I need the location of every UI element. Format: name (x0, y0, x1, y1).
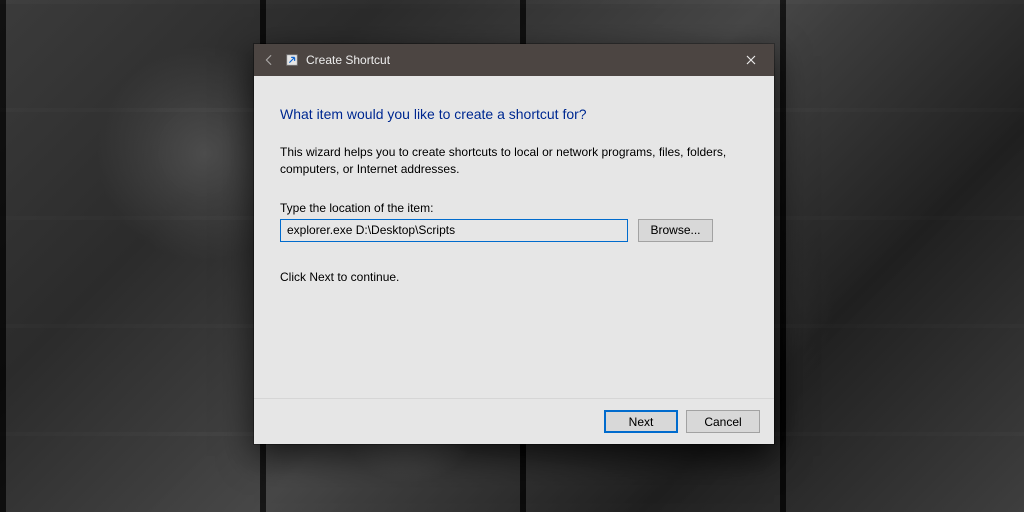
continue-hint: Click Next to continue. (280, 270, 748, 284)
browse-button[interactable]: Browse... (638, 219, 713, 242)
back-arrow-icon (254, 53, 284, 67)
window-title: Create Shortcut (306, 53, 390, 67)
dialog-footer: Next Cancel (254, 398, 774, 444)
next-button[interactable]: Next (604, 410, 678, 433)
shortcut-wizard-icon (284, 52, 300, 68)
location-input[interactable] (280, 219, 628, 242)
dialog-body: What item would you like to create a sho… (254, 76, 774, 284)
wizard-heading: What item would you like to create a sho… (280, 106, 748, 122)
titlebar[interactable]: Create Shortcut (254, 44, 774, 76)
close-button[interactable] (728, 44, 774, 76)
location-row: Browse... (280, 219, 748, 242)
wizard-description: This wizard helps you to create shortcut… (280, 144, 740, 179)
create-shortcut-dialog: Create Shortcut What item would you like… (254, 44, 774, 444)
location-label: Type the location of the item: (280, 201, 748, 215)
cancel-button[interactable]: Cancel (686, 410, 760, 433)
desktop-background: Create Shortcut What item would you like… (0, 0, 1024, 512)
